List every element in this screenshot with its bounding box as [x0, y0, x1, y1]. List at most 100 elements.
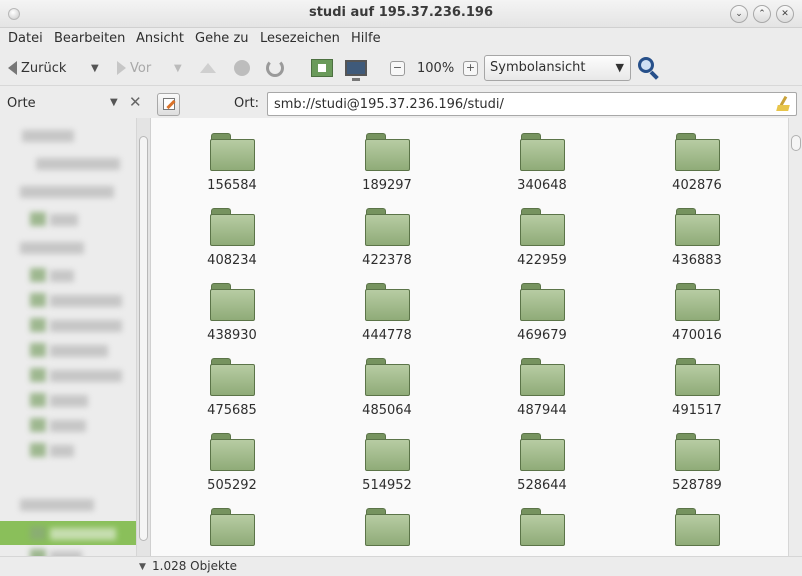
- network-share-icon: [30, 526, 46, 540]
- folder-item[interactable]: 438930: [172, 268, 292, 343]
- sidebar-redacted-item[interactable]: [50, 270, 74, 282]
- folder-item[interactable]: 189297: [327, 118, 447, 193]
- sidebar-redacted-item[interactable]: [36, 158, 120, 170]
- folder-item[interactable]: 402876: [637, 118, 757, 193]
- folder-item[interactable]: 156584: [172, 118, 292, 193]
- folder-item[interactable]: 485064: [327, 343, 447, 418]
- folder-item[interactable]: 470016: [637, 268, 757, 343]
- close-button[interactable]: ✕: [776, 5, 794, 23]
- folder-item[interactable]: 422959: [482, 193, 602, 268]
- content-scrollbar[interactable]: [788, 118, 802, 558]
- folder-item[interactable]: 444778: [327, 268, 447, 343]
- forward-label: Vor: [130, 60, 152, 76]
- zoom-level[interactable]: 100%: [417, 55, 454, 81]
- computer-icon: [345, 60, 367, 81]
- window-title: studi auf 195.37.236.196: [308, 5, 494, 20]
- sidebar-places: [0, 118, 150, 558]
- location-input[interactable]: [267, 92, 797, 116]
- view-mode-select[interactable]: Symbolansicht ▼: [484, 55, 631, 81]
- folder-icon: [30, 343, 46, 357]
- sidebar-redacted-item[interactable]: [50, 295, 122, 307]
- clear-broom-icon[interactable]: [777, 96, 791, 112]
- menu-ansicht[interactable]: Ansicht: [136, 31, 184, 46]
- sidebar-redacted-item[interactable]: [50, 320, 122, 332]
- folder-item[interactable]: 475685: [172, 343, 292, 418]
- folder-icon: [30, 393, 46, 407]
- sidebar-redacted-heading: [20, 242, 84, 254]
- sidebar-redacted-item[interactable]: [50, 214, 78, 226]
- up-arrow-icon: [200, 63, 216, 73]
- menu-lesezeichen[interactable]: Lesezeichen: [260, 31, 340, 46]
- menu-gehe-zu[interactable]: Gehe zu: [195, 31, 249, 46]
- sidebar-scroll-thumb[interactable]: [139, 136, 148, 541]
- folder-icon: [675, 508, 720, 546]
- folder-item[interactable]: 422378: [327, 193, 447, 268]
- folder-icon: [520, 208, 565, 246]
- folder-item[interactable]: 340648: [482, 118, 602, 193]
- folder-item[interactable]: 514952: [327, 418, 447, 493]
- minimize-button[interactable]: ⌄: [730, 5, 748, 23]
- sidebar-pane-dropdown[interactable]: ▼: [110, 97, 118, 108]
- folder-icon: [520, 508, 565, 546]
- folder-item[interactable]: 436883: [637, 193, 757, 268]
- folder-item[interactable]: 491517: [637, 343, 757, 418]
- forward-history-dropdown[interactable]: ▼: [174, 55, 182, 81]
- menu-bearbeiten[interactable]: Bearbeiten: [54, 31, 125, 46]
- file-icon-view[interactable]: 156584 189297 340648 402876 408234 42237…: [150, 118, 788, 558]
- reload-icon: [266, 59, 284, 77]
- folder-icon: [210, 133, 255, 171]
- drive-icon: [30, 318, 46, 332]
- minus-icon: −: [390, 60, 405, 76]
- forward-button[interactable]: Vor: [117, 55, 151, 81]
- zoom-out-button[interactable]: −: [390, 55, 405, 81]
- menu-hilfe[interactable]: Hilfe: [351, 31, 381, 46]
- maximize-button[interactable]: ⌃: [753, 5, 771, 23]
- folder-item[interactable]: [637, 493, 757, 558]
- folder-item[interactable]: 469679: [482, 268, 602, 343]
- toggle-location-edit-button[interactable]: [157, 93, 180, 116]
- sidebar-redacted-item[interactable]: [50, 345, 108, 357]
- home-button[interactable]: [311, 55, 333, 81]
- back-history-dropdown[interactable]: ▼: [91, 55, 99, 81]
- folder-name: 340648: [517, 178, 567, 193]
- content-scroll-thumb[interactable]: [791, 135, 801, 151]
- up-button[interactable]: [200, 55, 216, 81]
- folder-icon: [30, 212, 46, 226]
- folder-name: 408234: [207, 253, 257, 268]
- folder-icon: [520, 358, 565, 396]
- status-bar: ▼ 1.028 Objekte: [0, 556, 802, 576]
- close-sidebar-icon[interactable]: ✕: [129, 93, 142, 111]
- sidebar-redacted-item[interactable]: [50, 395, 88, 407]
- search-icon[interactable]: [638, 57, 660, 80]
- menu-datei[interactable]: Datei: [8, 31, 43, 46]
- folder-item[interactable]: [327, 493, 447, 558]
- back-button[interactable]: Zurück: [8, 55, 66, 81]
- folder-name: 189297: [362, 178, 412, 193]
- sidebar-redacted-item[interactable]: [50, 420, 86, 432]
- folder-name: 528644: [517, 478, 567, 493]
- sidebar-redacted-item[interactable]: [50, 445, 74, 457]
- zoom-in-button[interactable]: +: [463, 55, 478, 81]
- folder-icon: [675, 433, 720, 471]
- status-dropdown-icon[interactable]: ▼: [139, 562, 146, 572]
- folder-item[interactable]: 505292: [172, 418, 292, 493]
- folder-icon: [675, 208, 720, 246]
- folder-icon: [520, 283, 565, 321]
- stop-button[interactable]: [234, 55, 250, 81]
- sidebar-redacted-item[interactable]: [50, 370, 122, 382]
- folder-item[interactable]: 487944: [482, 343, 602, 418]
- folder-item[interactable]: 528644: [482, 418, 602, 493]
- folder-name: 436883: [672, 253, 722, 268]
- sidebar-scrollbar[interactable]: [136, 118, 150, 558]
- folder-icon: [675, 133, 720, 171]
- folder-item[interactable]: [482, 493, 602, 558]
- folder-item[interactable]: [172, 493, 292, 558]
- reload-button[interactable]: [266, 55, 284, 81]
- computer-button[interactable]: [345, 55, 367, 81]
- folder-item[interactable]: 408234: [172, 193, 292, 268]
- folder-icon: [30, 268, 46, 282]
- folder-icon: [365, 283, 410, 321]
- folder-icon: [365, 133, 410, 171]
- status-item-count: 1.028 Objekte: [152, 559, 237, 573]
- folder-item[interactable]: 528789: [637, 418, 757, 493]
